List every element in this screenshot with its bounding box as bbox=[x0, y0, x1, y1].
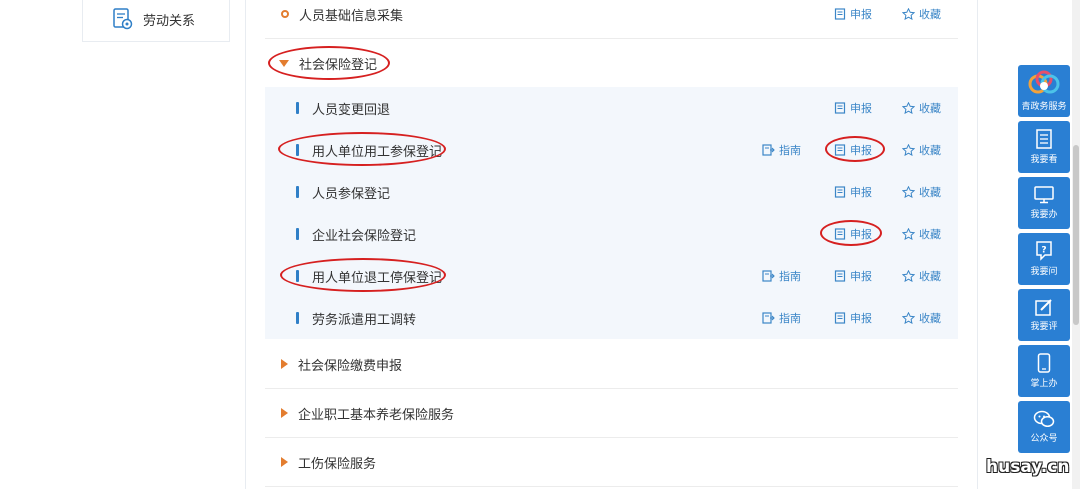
sidebar-want-to-ask[interactable]: ? 我要问 bbox=[1018, 233, 1070, 285]
section-title: 工伤保险服务 bbox=[298, 456, 377, 472]
watermark-text: husay.cn bbox=[986, 457, 1070, 477]
wechat-icon bbox=[1033, 410, 1055, 428]
guide-link[interactable]: 指南 bbox=[762, 142, 801, 158]
report-icon bbox=[834, 186, 846, 198]
report-link[interactable]: 申报 bbox=[834, 184, 872, 200]
section-title: 企业职工基本养老保险服务 bbox=[298, 407, 455, 423]
phone-icon bbox=[1037, 353, 1051, 373]
section-work-injury[interactable]: 工伤保险服务 bbox=[265, 438, 958, 487]
caret-right-icon bbox=[281, 359, 288, 369]
report-icon bbox=[834, 144, 846, 156]
guide-link[interactable]: 指南 bbox=[762, 268, 801, 284]
favorite-link[interactable]: 收藏 bbox=[902, 184, 941, 200]
sub-item-dispatch-transfer[interactable]: 劳务派遣用工调转 指南 申报 收藏 bbox=[265, 297, 958, 339]
sidebar-want-to-view[interactable]: 我要看 bbox=[1018, 121, 1070, 173]
bar-bullet-icon bbox=[296, 228, 299, 240]
sidebar-mobile[interactable]: 掌上办 bbox=[1018, 345, 1070, 397]
report-icon bbox=[834, 228, 846, 240]
bar-bullet-icon bbox=[296, 102, 299, 114]
list-item-basic-info[interactable]: 人员基础信息采集 申报 收藏 bbox=[265, 0, 958, 39]
report-icon bbox=[834, 102, 846, 114]
edit-icon bbox=[1035, 299, 1052, 316]
star-icon bbox=[902, 144, 915, 156]
section-insurance-payment[interactable]: 社会保险缴费申报 bbox=[265, 340, 958, 389]
report-link[interactable]: 申报 bbox=[834, 310, 872, 326]
favorite-link[interactable]: 收藏 bbox=[902, 6, 941, 22]
content-left-border bbox=[245, 0, 246, 489]
bar-bullet-icon bbox=[296, 312, 299, 324]
document-icon bbox=[1036, 129, 1052, 149]
scrollbar[interactable] bbox=[1072, 0, 1080, 489]
sub-item-title: 人员变更回退 bbox=[312, 102, 391, 118]
report-icon bbox=[834, 312, 846, 324]
left-menu-item-labor-relations[interactable]: 劳动关系 bbox=[113, 8, 195, 30]
report-link[interactable]: 申报 bbox=[834, 142, 872, 158]
caret-down-icon bbox=[279, 59, 289, 67]
sub-item-personnel-enrollment[interactable]: 人员参保登记 申报 收藏 bbox=[265, 171, 958, 213]
favorite-link[interactable]: 收藏 bbox=[902, 142, 941, 158]
sidebar-want-to-handle[interactable]: 我要办 bbox=[1018, 177, 1070, 229]
star-icon bbox=[902, 312, 915, 324]
report-link[interactable]: 申报 bbox=[834, 268, 872, 284]
guide-icon bbox=[762, 312, 775, 324]
section-title: 社会保险缴费申报 bbox=[298, 358, 403, 374]
sub-item-employer-enrollment[interactable]: 用人单位用工参保登记 指南 申报 收藏 bbox=[265, 129, 958, 171]
sidebar-qing-gov-service[interactable]: 青政务服务 bbox=[1018, 65, 1070, 117]
caret-right-icon bbox=[281, 408, 288, 418]
star-icon bbox=[902, 102, 915, 114]
star-icon bbox=[902, 228, 915, 240]
bar-bullet-icon bbox=[296, 186, 299, 198]
sub-item-personnel-change-rollback[interactable]: 人员变更回退 申报 收藏 bbox=[265, 87, 958, 129]
star-icon bbox=[902, 8, 915, 20]
star-icon bbox=[902, 186, 915, 198]
sub-item-enterprise-registration[interactable]: 企业社会保险登记 申报 收藏 bbox=[265, 213, 958, 255]
section-pension-service[interactable]: 企业职工基本养老保险服务 bbox=[265, 389, 958, 438]
sub-item-title: 用人单位用工参保登记 bbox=[312, 144, 443, 160]
section-social-insurance-registration[interactable]: 社会保险登记 bbox=[265, 39, 958, 88]
right-sidebar: 青政务服务 我要看 我要办 ? 我要问 我要评 掌上办 公众号 bbox=[1018, 65, 1070, 457]
monitor-icon bbox=[1034, 186, 1054, 204]
svg-text:?: ? bbox=[1041, 246, 1046, 256]
report-link[interactable]: 申报 bbox=[834, 100, 872, 116]
item-title: 人员基础信息采集 bbox=[299, 8, 404, 24]
sub-item-title: 用人单位退工停保登记 bbox=[312, 270, 443, 286]
report-icon bbox=[834, 270, 846, 282]
logo-icon bbox=[1028, 70, 1060, 94]
favorite-link[interactable]: 收藏 bbox=[902, 310, 941, 326]
report-icon bbox=[834, 8, 846, 20]
section-title: 社会保险登记 bbox=[299, 57, 378, 73]
content-right-border bbox=[977, 0, 978, 489]
sub-item-title: 劳务派遣用工调转 bbox=[312, 312, 417, 328]
circle-bullet-icon bbox=[281, 10, 289, 18]
sub-item-title: 人员参保登记 bbox=[312, 186, 391, 202]
sub-item-employer-termination[interactable]: 用人单位退工停保登记 指南 申报 收藏 bbox=[265, 255, 958, 297]
guide-icon bbox=[762, 144, 775, 156]
bar-bullet-icon bbox=[296, 144, 299, 156]
guide-icon bbox=[762, 270, 775, 282]
report-link[interactable]: 申报 bbox=[834, 226, 872, 242]
sub-item-title: 企业社会保险登记 bbox=[312, 228, 417, 244]
favorite-link[interactable]: 收藏 bbox=[902, 100, 941, 116]
star-icon bbox=[902, 270, 915, 282]
report-link[interactable]: 申报 bbox=[834, 6, 872, 22]
favorite-link[interactable]: 收藏 bbox=[902, 226, 941, 242]
document-gear-icon bbox=[113, 8, 133, 30]
caret-right-icon bbox=[281, 457, 288, 467]
guide-link[interactable]: 指南 bbox=[762, 310, 801, 326]
bar-bullet-icon bbox=[296, 270, 299, 282]
scrollbar-thumb[interactable] bbox=[1073, 145, 1079, 325]
sidebar-official-account[interactable]: 公众号 bbox=[1018, 401, 1070, 453]
left-menu: 劳动关系 bbox=[82, 0, 230, 42]
sidebar-want-to-rate[interactable]: 我要评 bbox=[1018, 289, 1070, 341]
question-icon: ? bbox=[1036, 241, 1052, 261]
left-menu-item-label: 劳动关系 bbox=[143, 13, 196, 29]
favorite-link[interactable]: 收藏 bbox=[902, 268, 941, 284]
